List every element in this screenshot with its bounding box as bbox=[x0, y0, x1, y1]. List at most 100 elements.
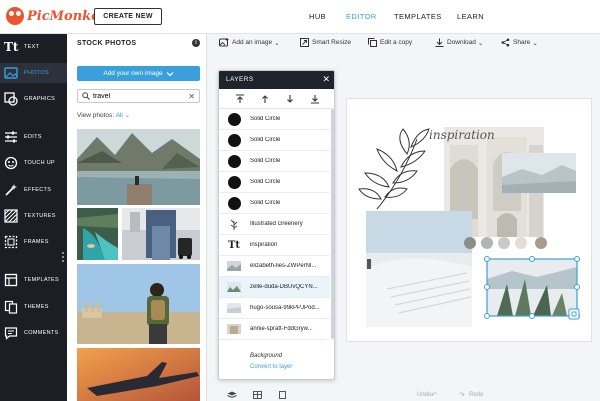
view-photos-label: View photos: bbox=[77, 112, 115, 119]
bring-forward-icon[interactable] bbox=[260, 94, 270, 104]
photo-landscape-top[interactable] bbox=[502, 153, 576, 193]
solid-circle-icon bbox=[226, 133, 242, 148]
layers-stack-icon[interactable] bbox=[227, 391, 237, 399]
layer-row[interactable]: Solid Circle bbox=[219, 151, 330, 172]
download-label: Download bbox=[447, 39, 476, 46]
layer-name: Solid Circle bbox=[250, 116, 281, 122]
nav-hub[interactable]: HUB bbox=[309, 12, 326, 21]
rail-label: THEMES bbox=[24, 304, 49, 310]
info-icon[interactable]: i bbox=[192, 39, 200, 47]
create-new-button[interactable]: CREATE NEW bbox=[94, 8, 162, 25]
layers-header[interactable]: LAYERS ✕ bbox=[219, 71, 334, 89]
smart-resize-button[interactable]: Smart Resize bbox=[300, 38, 351, 47]
rail-item-graphics[interactable]: GRAPHICS bbox=[0, 89, 67, 109]
add-image-button[interactable]: Add an image ⌄ bbox=[219, 38, 280, 47]
rail-item-templates[interactable]: TEMPLATES bbox=[0, 270, 67, 290]
layer-row[interactable]: Solid Circle bbox=[219, 193, 330, 214]
stock-photo-airplane-sunset[interactable] bbox=[77, 348, 200, 401]
view-photos-filter[interactable]: View photos: All ⌄ bbox=[77, 111, 130, 119]
text-icon: Tt bbox=[4, 40, 19, 54]
rail-label: PHOTOS bbox=[24, 70, 49, 76]
rail-item-touch-up[interactable]: TOUCH UP bbox=[0, 153, 67, 173]
layer-row[interactable]: Solid Circle bbox=[219, 109, 330, 130]
image-thumbnail-icon bbox=[226, 301, 242, 316]
top-bar: PicMonkey CREATE NEW HUB EDITOR TEMPLATE… bbox=[0, 0, 600, 34]
themes-icon bbox=[4, 300, 18, 314]
add-own-image-label: Add your own image bbox=[103, 70, 163, 77]
layer-row[interactable]: hugo-sousa-99kPPJPod... bbox=[219, 298, 330, 319]
layer-name: hugo-sousa-99kPPJPod... bbox=[250, 305, 320, 311]
layer-row[interactable]: elizabeth-lies-ZWPerNl... bbox=[219, 256, 330, 277]
search-icon bbox=[82, 92, 90, 100]
stock-photo-airport-traveler[interactable] bbox=[122, 208, 200, 260]
duplicate-handle-icon[interactable] bbox=[568, 308, 580, 320]
touch-up-icon bbox=[4, 156, 18, 170]
photo-agave-selected[interactable] bbox=[484, 256, 580, 319]
photo-airport-traveler bbox=[122, 208, 200, 260]
add-own-image-button[interactable]: Add your own image bbox=[77, 66, 200, 81]
rail-item-edits[interactable]: EDITS bbox=[0, 127, 67, 147]
sliders-icon bbox=[5, 131, 17, 143]
swatch-circle[interactable] bbox=[515, 237, 527, 249]
picmonkey-logo[interactable]: PicMonkey bbox=[6, 7, 107, 25]
bring-to-front-icon[interactable] bbox=[235, 94, 245, 104]
rail-label: COMMENTS bbox=[24, 330, 59, 336]
photos-icon bbox=[4, 67, 18, 79]
clear-search-icon[interactable]: ✕ bbox=[188, 92, 195, 101]
view-photos-value: All bbox=[115, 112, 123, 119]
swatch-circle[interactable] bbox=[498, 237, 510, 249]
layer-name: Solid Circle bbox=[250, 179, 281, 185]
layer-row[interactable]: Solid Circle bbox=[219, 172, 330, 193]
design-canvas[interactable]: inspiration bbox=[346, 98, 592, 342]
rail-item-themes[interactable]: THEMES bbox=[0, 297, 67, 317]
rail-item-effects[interactable]: EFFECTS bbox=[0, 180, 67, 200]
image-thumbnail-icon bbox=[226, 259, 242, 274]
swatch-circle[interactable] bbox=[464, 237, 476, 249]
nav-templates[interactable]: TEMPLATES bbox=[394, 12, 442, 21]
grid-icon[interactable] bbox=[253, 391, 262, 399]
stock-photo-turquoise-water[interactable] bbox=[77, 208, 118, 260]
rail-item-textures[interactable]: TEXTURES bbox=[0, 206, 67, 226]
swatch-circle[interactable] bbox=[481, 237, 493, 249]
photo-tourist-backpack bbox=[77, 264, 200, 344]
panel-resize-handle[interactable] bbox=[62, 252, 64, 262]
share-button[interactable]: Share ⌄ bbox=[501, 38, 538, 47]
convert-to-layer-link[interactable]: Convert to layer bbox=[250, 364, 292, 370]
canvas-script-text[interactable]: inspiration bbox=[429, 128, 495, 142]
layer-row[interactable]: Solid Circle bbox=[219, 130, 330, 151]
send-to-back-icon[interactable] bbox=[310, 94, 320, 104]
rail-label: FRAMES bbox=[24, 239, 49, 245]
rail-label: TOUCH UP bbox=[24, 160, 56, 166]
layers-scrollbar[interactable] bbox=[331, 109, 334, 339]
stock-photo-tourist-backpack[interactable] bbox=[77, 264, 200, 344]
photo-white-stairs[interactable] bbox=[366, 211, 472, 327]
textures-icon bbox=[4, 209, 18, 223]
stock-photo-lake-mountains[interactable] bbox=[77, 129, 200, 205]
layer-name: inspiration bbox=[250, 242, 278, 248]
rail-item-text[interactable]: Tt TEXT bbox=[0, 37, 67, 57]
rail-item-frames[interactable]: FRAMES bbox=[0, 232, 67, 252]
layer-row[interactable]: Tt inspiration bbox=[219, 235, 330, 256]
search-input[interactable] bbox=[93, 92, 183, 100]
redo-button[interactable]: Redo bbox=[469, 392, 483, 398]
chevron-down-icon bbox=[166, 71, 174, 76]
layer-name: Solid Circle bbox=[250, 137, 281, 143]
nav-editor[interactable]: EDITOR bbox=[346, 12, 377, 21]
rail-item-photos[interactable]: PHOTOS bbox=[0, 63, 67, 83]
download-button[interactable]: Download ⌄ bbox=[435, 38, 483, 47]
layer-row[interactable]: annie-spratt-FddGryw... bbox=[219, 319, 330, 340]
page-icon[interactable] bbox=[279, 391, 286, 399]
send-backward-icon[interactable] bbox=[285, 94, 295, 104]
rail-item-comments[interactable]: COMMENTS bbox=[0, 323, 67, 343]
leaf-icon bbox=[226, 217, 242, 232]
undo-button[interactable]: Undo bbox=[417, 392, 431, 398]
close-icon[interactable]: ✕ bbox=[322, 74, 330, 85]
nav-learn[interactable]: LEARN bbox=[457, 12, 484, 21]
swatch-circle[interactable] bbox=[535, 237, 547, 249]
layer-row-selected[interactable]: zelle-duda-DBUvQCYN... bbox=[219, 277, 330, 298]
photo-turquoise-water bbox=[77, 208, 118, 260]
templates-icon bbox=[4, 273, 18, 287]
edit-copy-button[interactable]: Edit a copy bbox=[368, 38, 412, 47]
layer-row[interactable]: Illustrated Greenery bbox=[219, 214, 330, 235]
illustrated-greenery[interactable] bbox=[358, 128, 430, 210]
